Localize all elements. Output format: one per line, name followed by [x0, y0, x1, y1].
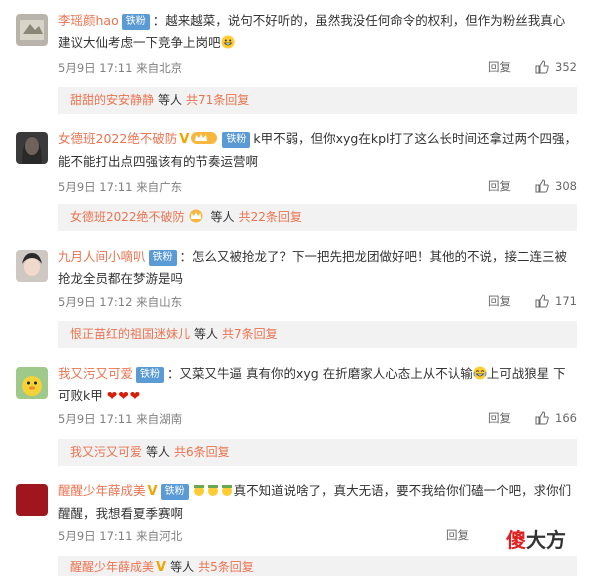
avatar[interactable] [16, 367, 48, 399]
thumbs-up-icon[interactable] [535, 60, 549, 74]
comment-actions: 回复 171 [488, 293, 577, 309]
reply-button[interactable]: 回复 [488, 59, 511, 75]
comment-username[interactable]: 我又污又可爱 [58, 366, 133, 381]
comment-username[interactable]: 李瑶颜hao [58, 13, 119, 28]
watermark-red-char: 傻 [506, 528, 526, 552]
comment-actions: 回复 352 [488, 59, 577, 75]
comment-text-block: 九月人间小嘀叭 铁粉 ：怎么又被抢龙了？下一把先把龙团做好吧！其他的不说，接二连三被… [58, 246, 577, 290]
watermark-text: 大方 [526, 528, 566, 552]
reply-username[interactable]: 甜甜的安安静静 [70, 93, 154, 107]
farmer-emoji-icon [220, 482, 234, 496]
fan-badge: 铁粉 [121, 14, 150, 30]
fan-badge: 铁粉 [136, 367, 165, 383]
watermark: 傻大方 [506, 524, 566, 553]
farmer-emoji-icon [206, 482, 220, 496]
reply-mid-text: 等人 [146, 445, 171, 459]
comment-actions: 回复 [446, 527, 487, 543]
reply-username[interactable]: 恨正苗红的祖国迷妹儿 [70, 327, 190, 341]
reply-username[interactable]: 女德班2022绝不破防 [70, 210, 185, 224]
thumbs-up-icon[interactable] [535, 179, 549, 193]
comment-text-block: 李瑶颜hao 铁粉 ：越来越菜，说句不好听的，虽然我没任何命令的权利，但作为粉丝我真… [58, 10, 577, 54]
avatar[interactable] [16, 132, 48, 164]
laugh-cry-emoji-icon [473, 365, 487, 380]
reply-username[interactable]: 我又污又可爱 [70, 445, 142, 459]
thumbs-up-icon[interactable] [535, 411, 549, 425]
verified-v-icon: V [147, 484, 158, 499]
reply-mid-text: 等人 [210, 210, 235, 224]
reply-summary[interactable]: 醒醒少年薛成美 V 等人 共5条回复 [58, 556, 577, 576]
like-count: 171 [555, 294, 577, 308]
avatar-image [16, 484, 48, 516]
comment-text: ：又菜又牛逼 真有你的xyg 在折磨家人心态上从不认输 [167, 366, 473, 381]
avatar-image [16, 14, 48, 46]
reply-count-link[interactable]: 共71条回复 [186, 93, 249, 107]
reply-summary[interactable]: 恨正苗红的祖国迷妹儿 等人 共7条回复 [58, 321, 577, 348]
reply-count-link[interactable]: 共22条回复 [239, 210, 302, 224]
comment-text-block: 我又污又可爱 铁粉 ：又菜又牛逼 真有你的xyg 在折磨家人心态上从不认输 上可战狼星… [58, 363, 577, 407]
avatar[interactable] [16, 250, 48, 282]
heart-icons: ❤❤❤ [106, 388, 142, 403]
farmer-emoji-icon [192, 482, 206, 496]
comment-actions: 回复 308 [488, 178, 577, 194]
comment-username[interactable]: 九月人间小嘀叭 [58, 249, 146, 264]
avatar-image [16, 367, 48, 399]
comment-username[interactable]: 女德班2022绝不破防 [58, 131, 177, 146]
comment-meta: 5月9日 17:11 来自湖南 [58, 412, 183, 426]
reply-count-link[interactable]: 共6条回复 [174, 445, 230, 459]
comment-meta: 5月9日 17:12 来自山东 [58, 295, 183, 309]
crown-fan-badge-icon [187, 206, 205, 223]
comment-text-block: 女德班2022绝不破防 V 铁粉 k甲不弱，但你xyg在kpl打了这么长时间还拿过两个… [58, 128, 577, 173]
like-count: 352 [555, 60, 577, 74]
grin-emoji-icon [221, 34, 235, 49]
comment-meta: 5月9日 17:11 来自广东 [58, 180, 183, 194]
reply-count-link[interactable]: 共7条回复 [222, 327, 278, 341]
comment-username[interactable]: 醒醒少年薛成美 [58, 483, 146, 498]
reply-mid-text: 等人 [158, 93, 183, 107]
avatar[interactable] [16, 14, 48, 46]
avatar-image [16, 132, 48, 164]
reply-button[interactable]: 回复 [488, 410, 511, 426]
fan-badge: 铁粉 [160, 484, 189, 500]
comment-text-block: 醒醒少年薛成美 V 铁粉 真不知道说啥了，真大无语，要不我给你们磕一个吧，求你们醒醒，… [58, 480, 577, 525]
fan-badge: 铁粉 [222, 132, 251, 148]
reply-username[interactable]: 醒醒少年薛成美 [70, 560, 154, 574]
thumbs-up-icon[interactable] [535, 294, 549, 308]
verified-v-icon: V [179, 132, 190, 147]
reply-summary[interactable]: 甜甜的安安静静 等人 共71条回复 [58, 87, 577, 114]
reply-summary[interactable]: 女德班2022绝不破防 等人 共22条回复 [58, 204, 577, 231]
like-count: 308 [555, 179, 577, 193]
reply-summary[interactable]: 我又污又可爱 等人 共6条回复 [58, 439, 577, 466]
fan-badge: 铁粉 [148, 250, 177, 266]
crown-fan-badge-icon [191, 130, 218, 144]
reply-mid-text: 等人 [194, 327, 219, 341]
reply-button[interactable]: 回复 [488, 293, 511, 309]
comment-meta: 5月9日 17:11 来自河北 [58, 529, 183, 543]
reply-button[interactable]: 回复 [488, 178, 511, 194]
reply-button[interactable]: 回复 [446, 527, 469, 543]
reply-count-link[interactable]: 共5条回复 [198, 560, 254, 574]
comment-meta: 5月9日 17:11 来自北京 [58, 61, 183, 75]
reply-mid-text: 等人 [170, 560, 195, 574]
comment-actions: 回复 166 [488, 410, 577, 426]
avatar-image [16, 250, 48, 282]
avatar[interactable] [16, 484, 48, 516]
like-count: 166 [555, 411, 577, 425]
